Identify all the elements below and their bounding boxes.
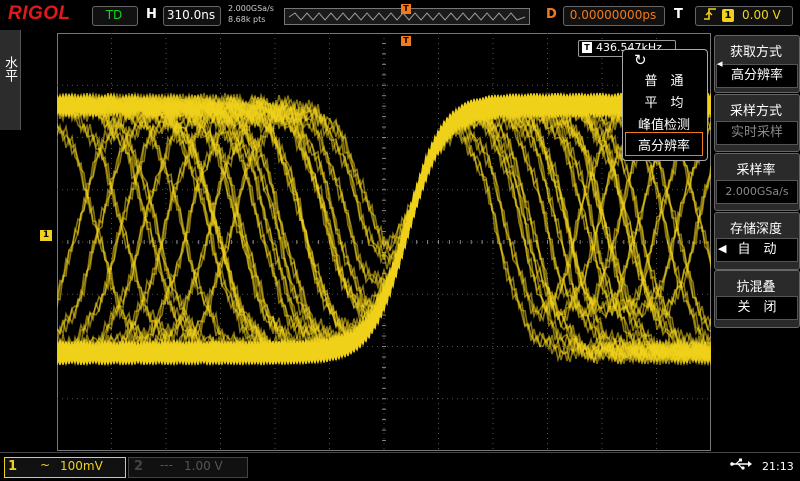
memory-depth-value: 自 动 xyxy=(716,238,798,262)
sample-rate-value: 2.000GSa/s xyxy=(716,180,798,204)
antialias-title: 抗混叠 xyxy=(736,280,776,295)
memory-points-readout: 8.68k pts xyxy=(228,15,266,24)
ch1-coupling-icon: ~ xyxy=(40,458,51,472)
memory-trigger-marker: T xyxy=(401,4,411,14)
memory-depth-title: 存储深度 xyxy=(729,222,782,237)
ch2-scale: 1.00 V xyxy=(184,459,223,473)
timebase-value: 310.0ns xyxy=(166,8,216,22)
acquire-mode-title: 获取方式 xyxy=(729,45,782,60)
waveform-display[interactable] xyxy=(56,32,712,452)
frequency-counter-label: T xyxy=(582,42,592,53)
sample-mode-value: 实时采样 xyxy=(716,121,798,145)
sample-mode-title: 采样方式 xyxy=(729,104,782,119)
multifunction-knob-icon: ↻ xyxy=(634,51,647,69)
ch2-coupling-icon: --- xyxy=(160,458,173,472)
ch1-scale: 100mV xyxy=(60,459,103,473)
rising-edge-icon xyxy=(703,7,717,25)
acquire-mode-value: 高分辨率 xyxy=(716,64,798,88)
delay-value: 0.00000000ps xyxy=(569,8,657,22)
trigger-level-value: 0.00 V xyxy=(742,8,781,22)
ch1-number: 1 xyxy=(8,459,18,474)
trigger-source-badge: 1 xyxy=(722,9,734,22)
memory-depth-arrow-icon: ◀ xyxy=(718,242,727,255)
antialias-value: 关 闭 xyxy=(716,296,798,320)
submenu-arrow-icon: ◂ xyxy=(717,57,723,70)
ch2-number: 2 xyxy=(134,459,144,474)
sample-rate-title: 采样率 xyxy=(736,163,776,178)
acquire-option-peak-detect[interactable]: 峰值检测 xyxy=(626,114,702,133)
trigger-label: T xyxy=(674,7,683,22)
acquire-option-high-resolution[interactable]: 高分辨率 xyxy=(626,135,702,154)
trigger-position-marker[interactable]: T xyxy=(401,36,411,46)
delay-label: D xyxy=(546,7,557,22)
ch1-offset-marker[interactable]: 1 xyxy=(40,230,52,241)
acquire-option-average[interactable]: 平 均 xyxy=(626,92,702,111)
usb-icon xyxy=(730,458,752,474)
run-status: TD xyxy=(105,8,123,22)
sample-rate-readout: 2.000GSa/s xyxy=(228,4,274,13)
graticule xyxy=(56,32,712,452)
horizontal-menu-tab-label: 水平 xyxy=(2,56,17,82)
clock: 21:13 xyxy=(762,460,794,473)
rigol-logo: RIGOL xyxy=(8,3,71,24)
horizontal-label: H xyxy=(146,7,157,22)
acquire-option-normal[interactable]: 普 通 xyxy=(626,70,702,89)
